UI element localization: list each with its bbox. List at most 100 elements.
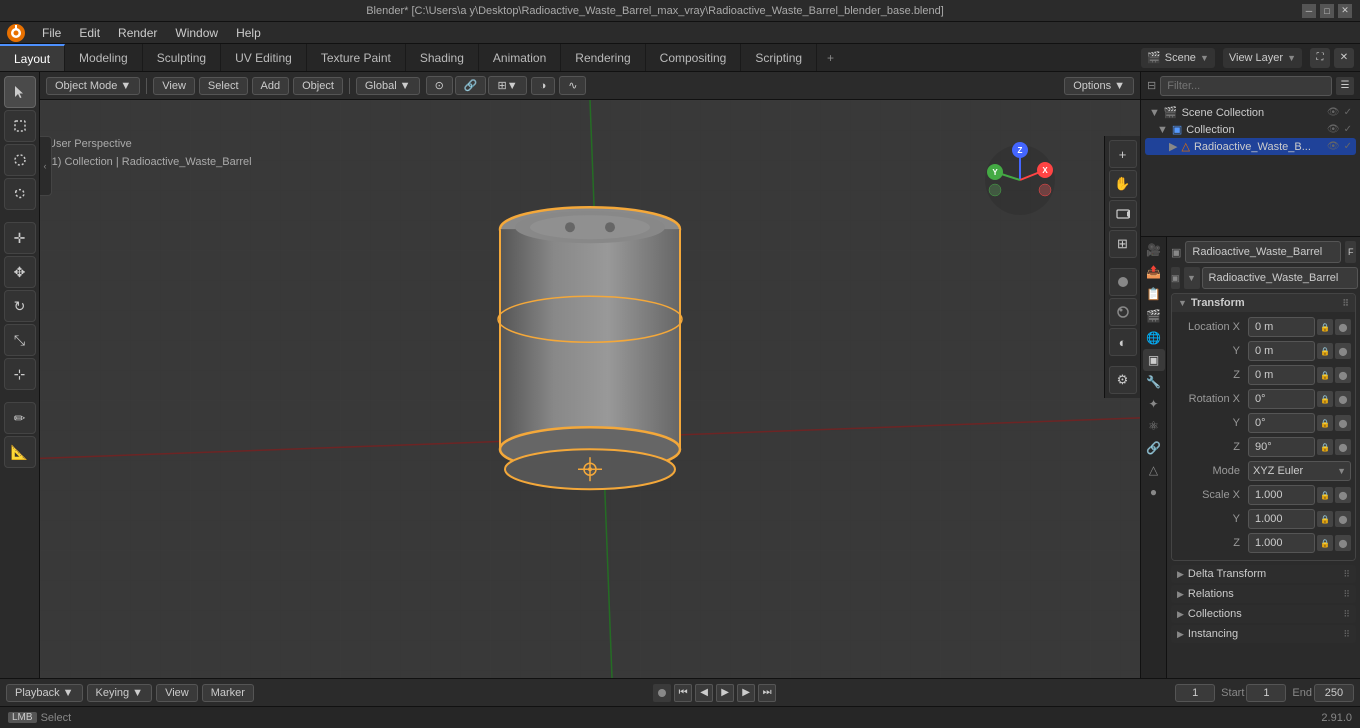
- material-props-icon[interactable]: ●: [1143, 481, 1165, 503]
- tab-compositing[interactable]: Compositing: [646, 44, 742, 71]
- mesh-name-selector[interactable]: ▼: [1184, 267, 1358, 289]
- prev-frame-button[interactable]: ◀: [695, 684, 713, 702]
- render-props-icon[interactable]: 🎥: [1143, 239, 1165, 261]
- scene-properties-button[interactable]: ⚙: [1109, 366, 1137, 394]
- proportional-button[interactable]: ⊙: [426, 76, 453, 95]
- window-controls[interactable]: ─ □ ✕: [1302, 4, 1352, 18]
- collections-section[interactable]: ▶ Collections ⠿: [1171, 605, 1356, 623]
- transform-tool-button[interactable]: ⊹: [4, 358, 36, 390]
- tab-sculpting[interactable]: Sculpting: [143, 44, 221, 71]
- rotation-y-anim[interactable]: ⬤: [1335, 415, 1351, 431]
- camera-view-button[interactable]: [1109, 200, 1137, 228]
- fake-user-button[interactable]: F: [1345, 241, 1356, 263]
- zoom-in-button[interactable]: +: [1109, 140, 1137, 168]
- outliner-filter-button[interactable]: ☰: [1336, 77, 1354, 95]
- start-frame-input[interactable]: [1246, 684, 1286, 702]
- curve-button[interactable]: ∿: [559, 76, 586, 95]
- modifier-props-icon[interactable]: 🔧: [1143, 371, 1165, 393]
- sidebar-toggle-button[interactable]: ‹: [40, 136, 52, 196]
- scale-x-anim[interactable]: ⬤: [1335, 487, 1351, 503]
- data-props-icon[interactable]: △: [1143, 459, 1165, 481]
- select-tool-button[interactable]: [4, 76, 36, 108]
- jump-start-button[interactable]: ⏮: [674, 684, 692, 702]
- mesh-selector-button[interactable]: ▣: [1171, 267, 1180, 289]
- object-checkbox[interactable]: ✓: [1344, 141, 1352, 152]
- circle-select-button[interactable]: [4, 144, 36, 176]
- location-z-lock[interactable]: 🔒: [1317, 367, 1333, 383]
- transform-section-header[interactable]: ▼ Transform ⠿: [1172, 294, 1355, 312]
- scale-z-anim[interactable]: ⬤: [1335, 535, 1351, 551]
- instancing-section[interactable]: ▶ Instancing ⠿: [1171, 625, 1356, 643]
- solid-view-button[interactable]: [1109, 268, 1137, 296]
- outliner-object-item[interactable]: ▶ △ Radioactive_Waste_B... 👁 ✓: [1145, 138, 1356, 155]
- location-z-value[interactable]: 0 m: [1248, 365, 1315, 385]
- add-workspace-button[interactable]: +: [817, 44, 844, 71]
- lasso-select-button[interactable]: [4, 178, 36, 210]
- blender-logo-icon[interactable]: [6, 23, 26, 43]
- constraints-props-icon[interactable]: 🔗: [1143, 437, 1165, 459]
- marker-menu[interactable]: Marker: [202, 684, 254, 702]
- next-frame-button[interactable]: ▶: [737, 684, 755, 702]
- rotation-x-anim[interactable]: ⬤: [1335, 391, 1351, 407]
- location-x-lock[interactable]: 🔒: [1317, 319, 1333, 335]
- collections-drag[interactable]: ⠿: [1343, 609, 1350, 620]
- physics-props-icon[interactable]: ⚛: [1143, 415, 1165, 437]
- play-button[interactable]: ▶: [716, 684, 734, 702]
- instancing-drag[interactable]: ⠿: [1343, 629, 1350, 640]
- viewport-add-menu[interactable]: Add: [252, 77, 290, 95]
- transform-drag-handle[interactable]: ⠿: [1342, 298, 1349, 309]
- rotation-x-value[interactable]: 0°: [1248, 389, 1315, 409]
- playback-menu[interactable]: Playback ▼: [6, 684, 83, 702]
- scale-y-lock[interactable]: 🔒: [1317, 511, 1333, 527]
- location-y-value[interactable]: 0 m: [1248, 341, 1315, 361]
- measure-button[interactable]: 📐: [4, 436, 36, 468]
- minimize-button[interactable]: ─: [1302, 4, 1316, 18]
- snap-button[interactable]: 🔗: [455, 76, 487, 95]
- render-region-button[interactable]: ⊞: [1109, 230, 1137, 258]
- tab-rendering[interactable]: Rendering: [561, 44, 645, 71]
- location-x-anim[interactable]: ⬤: [1335, 319, 1351, 335]
- viewport-select-menu[interactable]: Select: [199, 77, 248, 95]
- viewport-view-menu[interactable]: View: [153, 77, 195, 95]
- transform-global-selector[interactable]: Global ▼: [356, 77, 420, 95]
- keying-menu[interactable]: Keying ▼: [87, 684, 153, 702]
- view-layer-selector[interactable]: View Layer ▼: [1223, 48, 1302, 68]
- snap-settings[interactable]: ⊞▼: [488, 76, 526, 95]
- location-y-anim[interactable]: ⬤: [1335, 343, 1351, 359]
- object-name-input[interactable]: [1185, 241, 1341, 263]
- rotation-y-value[interactable]: 0°: [1248, 413, 1315, 433]
- barrel-object[interactable]: [490, 189, 690, 522]
- material-view-button[interactable]: [1109, 298, 1137, 326]
- scene-props-icon[interactable]: 🎬: [1143, 305, 1165, 327]
- location-y-lock[interactable]: 🔒: [1317, 343, 1333, 359]
- menu-render[interactable]: Render: [110, 24, 165, 42]
- tab-scripting[interactable]: Scripting: [741, 44, 817, 71]
- rotation-z-anim[interactable]: ⬤: [1335, 439, 1351, 455]
- world-props-icon[interactable]: 🌐: [1143, 327, 1165, 349]
- object-eye[interactable]: 👁: [1327, 141, 1340, 152]
- delta-transform-section[interactable]: ▶ Delta Transform ⠿: [1171, 565, 1356, 583]
- scene-collection-eye[interactable]: 👁: [1327, 107, 1340, 118]
- scale-z-value[interactable]: 1.000: [1248, 533, 1315, 553]
- current-frame-input[interactable]: [1175, 684, 1215, 702]
- relations-drag[interactable]: ⠿: [1343, 589, 1350, 600]
- maximize-button[interactable]: □: [1320, 4, 1334, 18]
- menu-file[interactable]: File: [34, 24, 69, 42]
- box-select-button[interactable]: [4, 110, 36, 142]
- rotate-tool-button[interactable]: ↻: [4, 290, 36, 322]
- fullscreen-button[interactable]: ⛶: [1310, 48, 1330, 68]
- scene-selector[interactable]: 🎬 Scene ▼: [1141, 48, 1215, 68]
- menu-window[interactable]: Window: [167, 24, 226, 42]
- mask-button[interactable]: ◑: [531, 77, 556, 95]
- outliner-scene-collection[interactable]: ▼ 🎬 Scene Collection 👁 ✓: [1145, 104, 1356, 121]
- collection-eye[interactable]: 👁: [1327, 124, 1340, 135]
- tab-modeling[interactable]: Modeling: [65, 44, 143, 71]
- rotation-y-lock[interactable]: 🔒: [1317, 415, 1333, 431]
- pan-button[interactable]: ✋: [1109, 170, 1137, 198]
- rotation-mode-selector[interactable]: XYZ Euler ▼: [1248, 461, 1351, 481]
- menu-edit[interactable]: Edit: [71, 24, 108, 42]
- rendered-view-button[interactable]: ◐: [1109, 328, 1137, 356]
- mesh-dropdown-button[interactable]: ▼: [1184, 267, 1200, 289]
- close-button[interactable]: ✕: [1338, 4, 1352, 18]
- object-props-icon[interactable]: ▣: [1143, 349, 1165, 371]
